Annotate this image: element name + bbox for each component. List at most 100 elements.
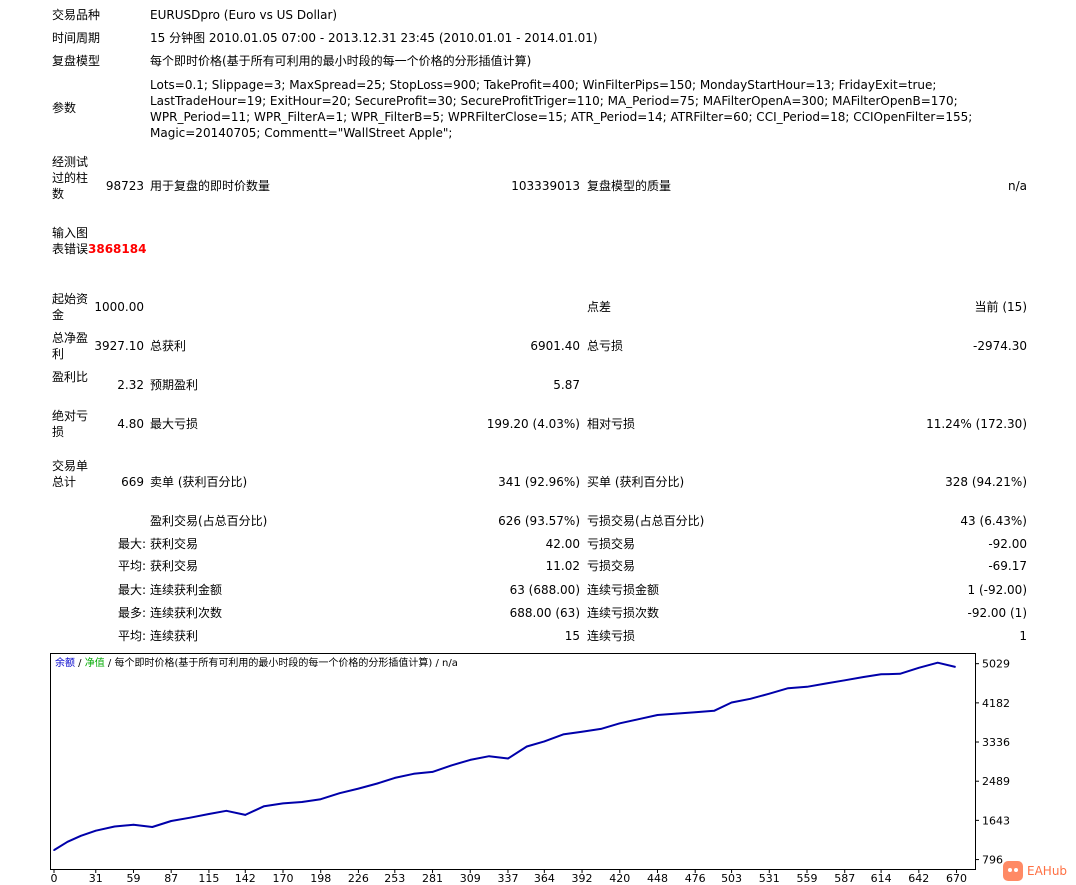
- watermark-text: EAHub: [1027, 864, 1068, 878]
- largest-label: 最大:: [117, 537, 146, 551]
- balance-point: [954, 666, 956, 668]
- quality-label: 复盘模型的质量: [587, 179, 672, 193]
- loss-trades-label: 亏损交易(占总百分比): [587, 514, 705, 528]
- short-positions-value: 341 (92.96%): [498, 475, 580, 489]
- balance-point: [412, 772, 415, 775]
- x-tick-label: 59: [126, 872, 140, 885]
- balance-point: [749, 697, 752, 700]
- largest-profit-label: 获利交易: [150, 537, 199, 551]
- watermark: EAHub: [1003, 860, 1067, 882]
- balance-point: [600, 728, 602, 730]
- balance-point: [488, 755, 490, 757]
- y-tick-label: 3336: [982, 736, 1010, 749]
- balance-point: [637, 718, 640, 720]
- largest-profit-value: 42.00: [545, 537, 580, 551]
- balance-point: [618, 722, 621, 725]
- legend-equity: 净值: [85, 656, 105, 669]
- net-profit-value: 3927.10: [94, 339, 144, 353]
- balance-point: [469, 759, 472, 761]
- average-label: 平均:: [117, 559, 146, 573]
- balance-point: [787, 687, 789, 689]
- legend-separator: /: [75, 658, 85, 669]
- balance-point: [918, 666, 920, 669]
- ticks-value: 103339013: [511, 179, 580, 193]
- balance-point: [768, 692, 771, 695]
- max-consecutive-losses-value: 1 (-92.00): [967, 583, 1028, 597]
- short-positions-label: 卖单 (获利百分比): [150, 475, 248, 489]
- expected-payoff-value: 5.87: [553, 378, 580, 392]
- x-tick-label: 392: [572, 872, 593, 885]
- max-consecutive-wins-label: 连续获利金额: [150, 583, 223, 597]
- most-consecutive-loss-label: 连续亏损次数: [587, 606, 660, 620]
- spread-value: 当前 (15): [974, 300, 1027, 314]
- balance-point: [730, 701, 733, 704]
- profit-trades-value: 626 (93.57%): [498, 514, 580, 528]
- balance-chart: 余额 / 净值 / 每个即时价格(基于所有可利用的最小时段的每一个价格的分形插值…: [50, 653, 1010, 885]
- x-tick-label: 309: [460, 872, 481, 885]
- average-loss-value: -69.17: [988, 559, 1027, 573]
- y-tick-label: 2489: [982, 775, 1010, 788]
- gross-profit-label: 总获利: [150, 339, 187, 353]
- params-value: Lots=0.1; Slippage=3; MaxSpread=25; Stop…: [150, 78, 973, 140]
- average-consecutive-wins-value: 15: [564, 629, 580, 643]
- most-consecutive-profit-label: 连续获利次数: [150, 606, 223, 620]
- balance-point: [376, 782, 379, 785]
- absolute-drawdown-value: 4.80: [117, 417, 144, 431]
- chart-frame: [50, 653, 976, 870]
- errors-value: 3868184: [88, 242, 147, 256]
- deposit-value: 1000.00: [94, 300, 144, 314]
- largest-loss-label: 亏损交易: [587, 537, 636, 551]
- x-tick-label: 31: [89, 872, 103, 885]
- x-tick-label: 531: [759, 872, 780, 885]
- balance-point: [263, 805, 265, 807]
- x-tick-label: 364: [534, 872, 555, 885]
- balance-point: [675, 712, 678, 715]
- balance-point: [713, 710, 715, 712]
- most-consecutive-loss-value: -92.00 (1): [967, 606, 1028, 620]
- profit-factor-value: 2.32: [117, 378, 144, 392]
- balance-point: [132, 823, 135, 826]
- balance-point: [94, 829, 97, 832]
- total-trades-value: 669: [121, 475, 144, 489]
- x-tick-label: 337: [497, 872, 518, 885]
- x-tick-label: 87: [164, 872, 178, 885]
- x-axis: 0 31 59 87 115 142 170 198 226 253 281 309 337 364 392…: [51, 869, 967, 885]
- balance-point: [507, 757, 509, 760]
- x-tick-label: 476: [685, 872, 706, 885]
- legend-separator: /: [105, 658, 115, 669]
- x-tick-label: 559: [797, 872, 818, 885]
- max-drawdown-value: 199.20 (4.03%): [486, 417, 580, 431]
- legend-model: 每个即时价格(基于所有可利用的最小时段的每一个价格的分形插值计算): [114, 656, 432, 669]
- x-tick-label: 198: [310, 872, 331, 885]
- balance-point: [694, 711, 696, 714]
- most-consecutive-label: 最多:: [117, 606, 146, 620]
- average-consecutive-wins-label: 连续获利: [150, 629, 199, 643]
- balance-point: [526, 745, 528, 748]
- x-tick-label: 115: [198, 872, 219, 885]
- balance-point: [301, 801, 303, 803]
- average-consecutive-losses-value: 1: [1019, 629, 1027, 643]
- most-consecutive-profit-value: 688.00 (63): [509, 606, 580, 620]
- balance-point: [53, 849, 55, 851]
- y-tick-label: 1643: [982, 814, 1010, 827]
- symbol-value: EURUSDpro (Euro vs US Dollar): [150, 8, 338, 22]
- legend-balance: 余额: [55, 656, 75, 669]
- balance-point: [394, 777, 396, 779]
- balance-point: [225, 809, 228, 812]
- svg-text:余额 / 净值 / 每个即时价格(基于所有可利用的最小时段的: 余额 / 净值 / 每个即时价格(基于所有可利用的最小时段的每一个价格的分形插值…: [55, 656, 458, 669]
- y-tick-label: 5029: [982, 658, 1010, 671]
- balance-point: [880, 673, 882, 676]
- spread-label: 点差: [587, 300, 612, 314]
- balance-point: [113, 825, 116, 828]
- balance-point: [656, 714, 659, 716]
- long-positions-value: 328 (94.21%): [945, 475, 1027, 489]
- balance-point: [450, 764, 453, 767]
- balance-point: [338, 792, 341, 794]
- gross-loss-value: -2974.30: [973, 339, 1027, 353]
- loss-trades-value: 43 (6.43%): [960, 514, 1027, 528]
- balance-point: [825, 682, 827, 685]
- balance-point: [189, 816, 191, 819]
- y-axis: 796 1643 2489 3336 4182 5029: [975, 658, 1010, 867]
- balance-point: [431, 771, 434, 773]
- eahub-logo-icon: [1003, 861, 1023, 881]
